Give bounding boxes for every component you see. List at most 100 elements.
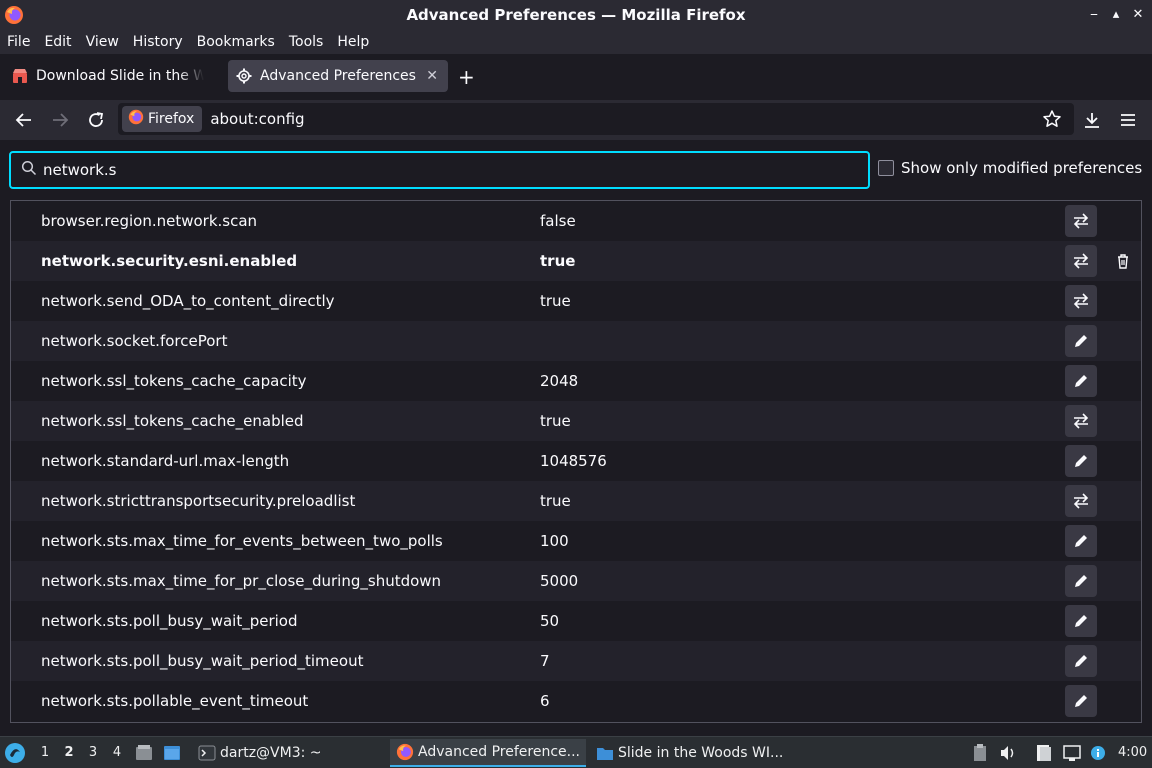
taskbar-terminal[interactable]: dartz@VM3: ~ (192, 739, 372, 767)
preference-row[interactable]: network.ssl_tokens_cache_enabled true (11, 401, 1141, 441)
edit-button[interactable] (1065, 685, 1097, 717)
preference-row[interactable]: network.security.esni.enabled true (11, 241, 1141, 281)
taskbar-firefox[interactable]: Advanced Preference... (390, 739, 586, 767)
close-window-button[interactable]: ✕ (1130, 4, 1146, 24)
toggle-button[interactable] (1065, 285, 1097, 317)
reload-button[interactable] (84, 108, 108, 132)
preference-name: network.ssl_tokens_cache_capacity (41, 372, 307, 390)
toggle-arrows-icon (1073, 293, 1089, 309)
preference-name: network.sts.poll_busy_wait_period (41, 612, 298, 630)
preference-row[interactable]: network.sts.poll_busy_wait_period_timeou… (11, 641, 1141, 681)
show-modified-toggle[interactable]: Show only modified preferences (878, 159, 1142, 177)
taskbar-firefox-label: Advanced Preference... (418, 744, 580, 760)
edit-button[interactable] (1065, 325, 1097, 357)
window-launcher-icon[interactable] (162, 743, 182, 763)
taskbar-folder[interactable]: Slide in the Woods WI... (590, 739, 790, 767)
workspace-4[interactable]: 4 (109, 745, 125, 760)
toggle-arrows-icon (1073, 413, 1089, 429)
preference-name: network.standard-url.max-length (41, 452, 290, 470)
preference-row[interactable]: network.ssl_tokens_cache_capacity 2048 (11, 361, 1141, 401)
menu-edit[interactable]: Edit (44, 34, 71, 50)
toggle-button[interactable] (1065, 485, 1097, 517)
preferences-table: browser.region.network.scan false network.… (10, 200, 1142, 723)
edit-button[interactable] (1065, 605, 1097, 637)
pencil-icon (1075, 575, 1087, 587)
preference-value: 7 (540, 652, 550, 670)
menu-help[interactable]: Help (337, 34, 369, 50)
menu-view[interactable]: View (86, 34, 119, 50)
workspace-2[interactable]: 2 (61, 745, 77, 760)
show-modified-checkbox[interactable] (878, 160, 894, 176)
preference-search-input[interactable] (43, 161, 823, 179)
preference-name: network.send_ODA_to_content_directly (41, 292, 335, 310)
minimize-button[interactable]: ⎯ (1086, 4, 1102, 24)
workspace-1[interactable]: 1 (37, 745, 53, 760)
workspace-3[interactable]: 3 (85, 745, 101, 760)
preference-name: network.stricttransportsecurity.preloadl… (41, 492, 356, 510)
clock: 4:00 (1118, 745, 1148, 760)
close-tab-button[interactable]: ✕ (426, 68, 438, 84)
toggle-button[interactable] (1065, 245, 1097, 277)
menu-bar: File Edit View History Bookmarks Tools H… (0, 30, 1152, 54)
reload-icon (89, 112, 104, 127)
bookmark-star-icon[interactable] (1042, 109, 1062, 133)
volume-tray-icon[interactable] (998, 743, 1018, 763)
preference-row[interactable]: network.stricttransportsecurity.preloadl… (11, 481, 1141, 521)
tab-advanced-preferences[interactable]: Advanced Preferences ✕ (228, 60, 448, 92)
preference-name: network.sts.max_time_for_events_between_… (41, 532, 443, 550)
preference-row[interactable]: browser.region.network.scan false (11, 201, 1141, 241)
preference-row[interactable]: network.sts.pollable_event_timeout 6 (11, 681, 1141, 721)
app-menu-button[interactable] (1116, 108, 1140, 132)
window-title: Advanced Preferences — Mozilla Firefox (406, 6, 746, 24)
preference-row[interactable]: network.send_ODA_to_content_directly true (11, 281, 1141, 321)
edit-button[interactable] (1065, 565, 1097, 597)
identity-label: Firefox (148, 111, 195, 127)
taskbar: 1 2 3 4 dartz@VM3: ~ Advanced Preference… (0, 736, 1152, 768)
preference-value: false (540, 212, 576, 230)
url-text[interactable]: about:config (210, 110, 304, 128)
preference-row[interactable]: network.sts.max_time_for_events_between_… (11, 521, 1141, 561)
menu-file[interactable]: File (7, 34, 30, 50)
preference-row[interactable]: network.sts.poll_busy_wait_period 50 (11, 601, 1141, 641)
info-tray-icon[interactable] (1088, 743, 1108, 763)
search-icon (21, 160, 37, 180)
back-button[interactable] (12, 108, 36, 132)
downloads-button[interactable] (1080, 108, 1104, 132)
toggle-button[interactable] (1065, 405, 1097, 437)
menu-bookmarks[interactable]: Bookmarks (197, 34, 275, 50)
preference-row[interactable]: network.sts.max_time_for_pr_close_during… (11, 561, 1141, 601)
firefox-logo-icon (128, 109, 144, 129)
toggle-arrows-icon (1073, 253, 1089, 269)
notes-tray-icon[interactable] (1034, 743, 1054, 763)
identity-box[interactable]: Firefox (122, 106, 203, 132)
preference-name: network.sts.pollable_event_timeout (41, 692, 309, 710)
file-manager-launcher-icon[interactable] (134, 743, 154, 763)
edit-button[interactable] (1065, 525, 1097, 557)
preference-name: network.ssl_tokens_cache_enabled (41, 412, 304, 430)
pencil-icon (1075, 615, 1087, 627)
url-bar[interactable]: Firefox about:config (118, 103, 1074, 135)
preference-row[interactable]: network.standard-url.max-length 1048576 (11, 441, 1141, 481)
reset-button[interactable] (1111, 249, 1135, 273)
toggle-arrows-icon (1073, 493, 1089, 509)
edit-button[interactable] (1065, 365, 1097, 397)
preference-name: network.sts.max_time_for_pr_close_during… (41, 572, 442, 590)
toggle-button[interactable] (1065, 205, 1097, 237)
preference-row[interactable]: network.socket.forcePort (11, 321, 1141, 361)
maximize-button[interactable]: ▴ (1108, 4, 1124, 24)
edit-button[interactable] (1065, 445, 1097, 477)
edit-button[interactable] (1065, 645, 1097, 677)
application-launcher-icon[interactable] (4, 742, 26, 768)
menu-history[interactable]: History (133, 34, 183, 50)
forward-button[interactable] (48, 108, 72, 132)
navigation-bar: Firefox about:config (0, 100, 1152, 140)
new-tab-button[interactable]: + (458, 65, 475, 89)
tab-download-slide[interactable]: Download Slide in the Woods (4, 60, 222, 92)
tab-strip: Download Slide in the Woods Advanced Pre… (0, 54, 1152, 100)
clipboard-tray-icon[interactable] (970, 743, 990, 763)
network-tray-icon[interactable] (1062, 743, 1082, 763)
menu-tools[interactable]: Tools (289, 34, 324, 50)
preference-search-box[interactable] (9, 151, 870, 189)
pencil-icon (1075, 335, 1087, 347)
tab-label: Advanced Preferences (260, 68, 416, 84)
